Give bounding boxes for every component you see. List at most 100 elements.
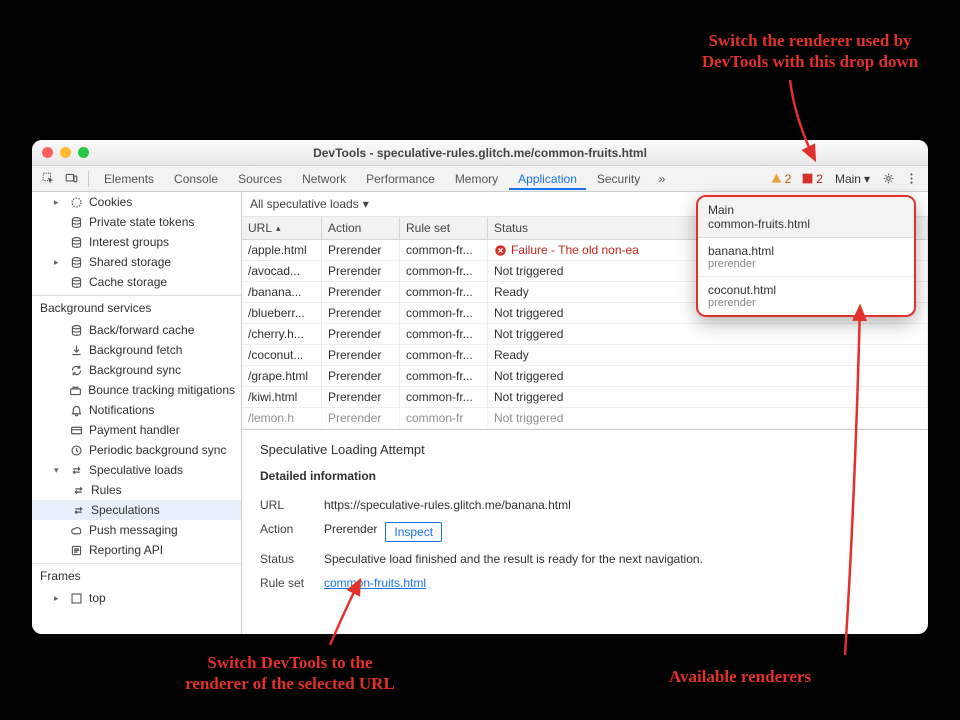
cell-ruleset: common-fr... — [400, 345, 488, 366]
spec-loads-filter[interactable]: All speculative loads ▾ — [250, 197, 369, 211]
detail-title: Speculative Loading Attempt — [260, 442, 910, 457]
sidebar-item-speculative-loads[interactable]: ▾Speculative loads — [32, 460, 241, 480]
cell-ruleset: common-fr... — [400, 261, 488, 282]
sidebar-item-shared-storage[interactable]: ▸Shared storage — [32, 252, 241, 272]
cell-ruleset: common-fr... — [400, 324, 488, 345]
kebab-menu-icon[interactable] — [901, 170, 922, 187]
filter-label: All speculative loads — [250, 197, 359, 211]
sidebar-item-bounce-tracking-mitigations[interactable]: Bounce tracking mitigations — [32, 380, 241, 400]
detail-status-label: Status — [260, 552, 316, 566]
table-row[interactable]: /kiwi.htmlPrerendercommon-fr...Not trigg… — [242, 387, 928, 408]
sidebar-item-label: Background fetch — [89, 343, 182, 357]
cell-url: /lemon.h — [242, 408, 322, 429]
sidebar-item-periodic-background-sync[interactable]: Periodic background sync — [32, 440, 241, 460]
swap-icon — [72, 484, 85, 497]
detail-ruleset-link[interactable]: common-fruits.html — [324, 576, 426, 590]
tab-console[interactable]: Console — [165, 168, 227, 190]
chevron-down-icon: ▾ — [54, 465, 64, 476]
inspect-button[interactable]: Inspect — [385, 522, 442, 542]
sidebar-item-notifications[interactable]: Notifications — [32, 400, 241, 420]
sidebar-item-label: Back/forward cache — [89, 323, 194, 337]
cell-url: /apple.html — [242, 240, 322, 261]
cell-url: /cherry.h... — [242, 324, 322, 345]
tab-memory[interactable]: Memory — [446, 168, 507, 190]
sidebar-item-interest-groups[interactable]: Interest groups — [32, 232, 241, 252]
sidebar-item-private-state-tokens[interactable]: Private state tokens — [32, 212, 241, 232]
sidebar-item-background-sync[interactable]: Background sync — [32, 360, 241, 380]
popup-item-name: banana.html — [708, 244, 904, 258]
cell-status: Not triggered — [488, 387, 928, 408]
detail-status-value: Speculative load finished and the result… — [324, 552, 703, 566]
cell-action: Prerender — [322, 387, 400, 408]
detail-ruleset-label: Rule set — [260, 576, 316, 590]
sidebar-item-rules[interactable]: Rules — [32, 480, 241, 500]
tab-application[interactable]: Application — [509, 168, 586, 190]
table-row[interactable]: /coconut...Prerendercommon-fr...Ready — [242, 345, 928, 366]
inspect-element-icon[interactable] — [38, 170, 59, 187]
cell-url: /avocad... — [242, 261, 322, 282]
sidebar-item-background-fetch[interactable]: Background fetch — [32, 340, 241, 360]
settings-gear-icon[interactable] — [878, 170, 899, 187]
sidebar-section-background-services: Background services — [32, 295, 241, 320]
cell-status: Not triggered — [488, 366, 928, 387]
sidebar-item-reporting-api[interactable]: Reporting API — [32, 540, 241, 560]
col-ruleset[interactable]: Rule set — [400, 217, 488, 239]
popup-item-sub: prerender — [708, 258, 904, 270]
db-icon — [70, 236, 83, 249]
tab-sources[interactable]: Sources — [229, 168, 291, 190]
popup-item-sub: prerender — [708, 297, 904, 309]
popup-main-row[interactable]: Main common-fruits.html — [698, 197, 914, 238]
popup-main-label: Main — [708, 203, 904, 217]
sidebar-item-speculations[interactable]: Speculations — [32, 500, 241, 520]
cell-ruleset: common-fr... — [400, 303, 488, 324]
warnings-badge[interactable]: 2 — [766, 172, 796, 186]
cell-url: /coconut... — [242, 345, 322, 366]
sidebar-item-cache-storage[interactable]: Cache storage — [32, 272, 241, 292]
tab-performance[interactable]: Performance — [357, 168, 444, 190]
tab-elements[interactable]: Elements — [95, 168, 163, 190]
frame-icon — [70, 592, 83, 605]
sync-icon — [70, 364, 83, 377]
device-mode-icon[interactable] — [61, 170, 82, 187]
cell-status: Ready — [488, 345, 928, 366]
target-label: Main — [835, 172, 861, 186]
clock-icon — [70, 444, 83, 457]
db-icon — [70, 256, 83, 269]
sidebar-item-label: Shared storage — [89, 255, 171, 269]
sidebar-item-cookies[interactable]: ▸Cookies — [32, 192, 241, 212]
application-sidebar: ▸CookiesPrivate state tokensInterest gro… — [32, 192, 242, 634]
sidebar-item-label: Bounce tracking mitigations — [88, 383, 235, 397]
warnings-count: 2 — [785, 172, 792, 186]
sidebar-item-top[interactable]: ▸top — [32, 588, 241, 608]
chevron-down-icon: ▾ — [864, 172, 870, 186]
table-row[interactable]: /grape.htmlPrerendercommon-fr...Not trig… — [242, 366, 928, 387]
cloud-icon — [70, 524, 83, 537]
errors-badge[interactable]: 2 — [797, 172, 827, 186]
table-row[interactable]: /lemon.hPrerendercommon-frNot triggered — [242, 408, 928, 429]
titlebar: DevTools - speculative-rules.glitch.me/c… — [32, 140, 928, 166]
bounce-icon — [69, 384, 82, 397]
col-action[interactable]: Action — [322, 217, 400, 239]
col-url[interactable]: URL▴ — [242, 217, 322, 239]
popup-item[interactable]: banana.html prerender — [698, 238, 914, 277]
sidebar-item-payment-handler[interactable]: Payment handler — [32, 420, 241, 440]
more-tabs[interactable]: » — [651, 170, 672, 188]
tab-network[interactable]: Network — [293, 168, 355, 190]
popup-item[interactable]: coconut.html prerender — [698, 277, 914, 315]
sidebar-item-back-forward-cache[interactable]: Back/forward cache — [32, 320, 241, 340]
cell-url: /kiwi.html — [242, 387, 322, 408]
chevron-right-icon: ▸ — [54, 197, 64, 208]
cell-ruleset: common-fr... — [400, 282, 488, 303]
tab-security[interactable]: Security — [588, 168, 649, 190]
sidebar-item-push-messaging[interactable]: Push messaging — [32, 520, 241, 540]
sidebar-item-label: Background sync — [89, 363, 181, 377]
cell-action: Prerender — [322, 303, 400, 324]
target-dropdown[interactable]: Main ▾ — [829, 170, 876, 188]
errors-count: 2 — [816, 172, 823, 186]
table-row[interactable]: /cherry.h...Prerendercommon-fr...Not tri… — [242, 324, 928, 345]
annotation-bottom-left: Switch DevTools to therenderer of the se… — [160, 652, 420, 695]
cell-action: Prerender — [322, 282, 400, 303]
cell-url: /grape.html — [242, 366, 322, 387]
cell-action: Prerender — [322, 408, 400, 429]
cell-action: Prerender — [322, 261, 400, 282]
